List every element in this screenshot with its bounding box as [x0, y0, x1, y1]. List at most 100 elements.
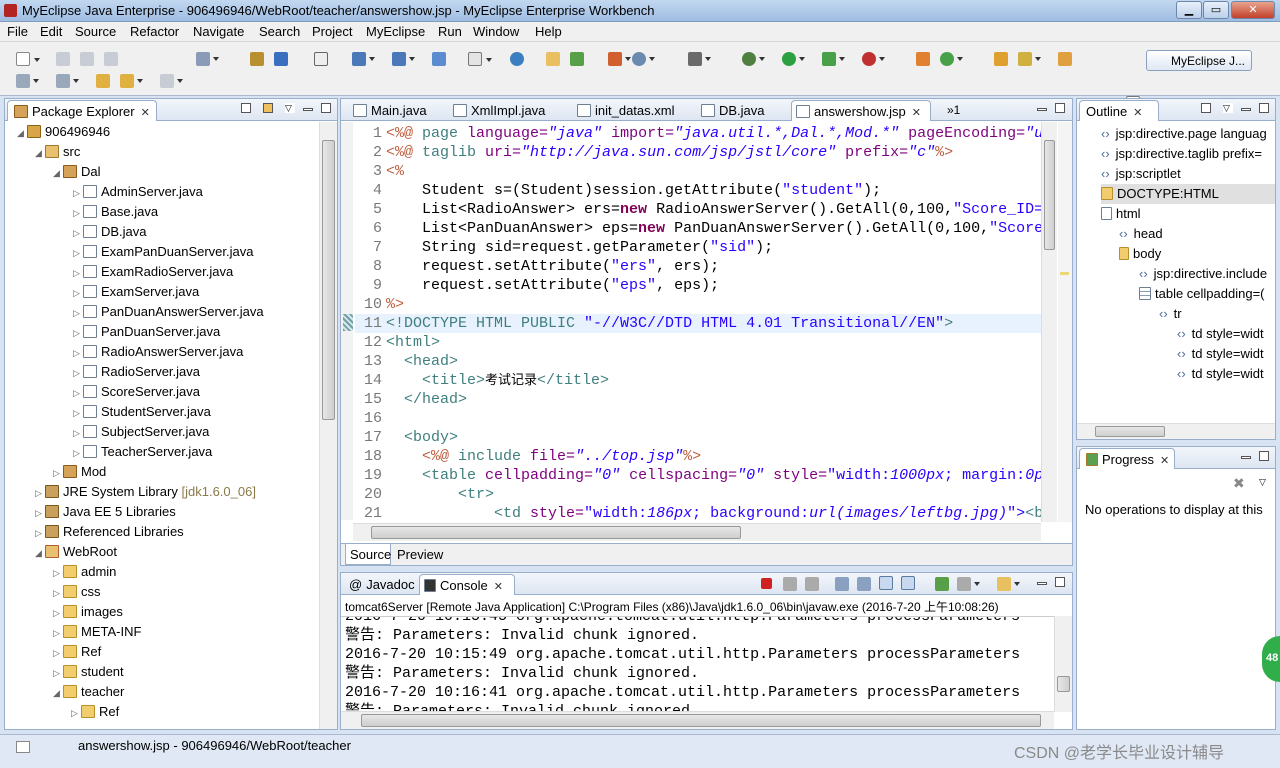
new-icon[interactable]	[16, 52, 40, 66]
scrollbar-thumb[interactable]	[361, 714, 1041, 727]
scroll-lock-icon[interactable]	[857, 577, 871, 591]
scrollbar-thumb[interactable]	[1095, 426, 1165, 437]
minimize-view-icon[interactable]	[303, 108, 313, 111]
clear-console-icon[interactable]	[835, 577, 849, 591]
debug-icon[interactable]	[742, 52, 765, 66]
menu-source[interactable]: Source	[75, 24, 116, 39]
minimize-view-icon[interactable]	[1037, 108, 1047, 111]
code-editor[interactable]: 1 <%@ page language="java" import="java.u…	[355, 122, 1041, 520]
gear-icon[interactable]	[916, 52, 930, 66]
save-icon[interactable]	[56, 52, 70, 66]
outline-item[interactable]: ‹› td style=widt	[1177, 344, 1264, 364]
open-console-icon[interactable]	[997, 577, 1020, 591]
tree-item-mod[interactable]: ▷ Mod	[53, 462, 106, 482]
refresh-icon[interactable]	[570, 52, 584, 66]
tree-item-java[interactable]: ▷ SubjectServer.java	[73, 422, 209, 442]
outline-item[interactable]: ‹› head	[1119, 224, 1163, 244]
scrollbar-thumb[interactable]	[371, 526, 741, 539]
menu-search[interactable]: Search	[259, 24, 300, 39]
outline-item[interactable]: html	[1101, 204, 1141, 224]
minimize-button[interactable]: ▁	[1176, 1, 1202, 19]
tree-item-teacher[interactable]: ◢ teacher	[53, 682, 124, 702]
coverage-icon[interactable]	[862, 52, 885, 66]
save-all-icon[interactable]	[80, 52, 94, 66]
server-icon[interactable]	[196, 52, 219, 66]
task-icon[interactable]	[608, 52, 631, 66]
tool-icon[interactable]	[1058, 52, 1072, 66]
show-stdout-icon[interactable]	[879, 576, 893, 590]
scrollbar-thumb[interactable]	[1057, 676, 1070, 692]
view-menu-icon[interactable]: ▽	[1259, 477, 1266, 488]
close-icon[interactable]: ✕	[912, 107, 921, 119]
forward-arrow-icon[interactable]	[160, 74, 183, 88]
scrollbar-thumb[interactable]	[1044, 140, 1055, 250]
pin-console-icon[interactable]	[935, 577, 949, 591]
maximize-view-icon[interactable]	[1259, 103, 1269, 113]
tree-item-folder[interactable]: ▷ css	[53, 582, 101, 602]
view-menu-icon[interactable]: ▽	[1223, 103, 1233, 113]
tree-item-src[interactable]: ◢ src	[35, 142, 80, 162]
outline-item[interactable]: ‹› td style=widt	[1177, 364, 1264, 384]
outline-horizontal-scrollbar[interactable]	[1077, 423, 1275, 439]
menu-help[interactable]: Help	[535, 24, 562, 39]
maximize-view-icon[interactable]	[1055, 577, 1065, 587]
perspective-switcher[interactable]: MyEclipse J...	[1146, 50, 1252, 71]
last-edit-icon[interactable]	[96, 74, 110, 88]
tab-outline[interactable]: Outline ✕	[1079, 100, 1159, 121]
pin-icon[interactable]	[1018, 52, 1041, 66]
open-file-icon[interactable]	[468, 52, 492, 66]
tree-item-java[interactable]: ▷ PanDuanServer.java	[73, 322, 220, 342]
menu-navigate[interactable]: Navigate	[193, 24, 244, 39]
open-folder-icon[interactable]	[546, 52, 560, 66]
browser-icon[interactable]	[314, 52, 328, 66]
editor-vertical-scrollbar[interactable]	[1041, 122, 1057, 522]
close-icon[interactable]: ✕	[1133, 107, 1142, 119]
console-horizontal-scrollbar[interactable]	[341, 711, 1054, 729]
tree-item-java[interactable]: ▷ PanDuanAnswerServer.java	[73, 302, 264, 322]
tree-item-java[interactable]: ▷ ExamServer.java	[73, 282, 199, 302]
remove-all-icon[interactable]: ✖	[1233, 475, 1245, 492]
show-stderr-icon[interactable]	[901, 576, 915, 590]
tree-item-java[interactable]: ▷ ScoreServer.java	[73, 382, 200, 402]
console-vertical-scrollbar[interactable]	[1054, 616, 1072, 712]
tree-item-java[interactable]: ▷ DB.java	[73, 222, 147, 242]
outline-item[interactable]: ‹› jsp:directive.page languag	[1101, 124, 1267, 144]
tree-item-java[interactable]: ▷ StudentServer.java	[73, 402, 211, 422]
tree-item-java[interactable]: ▷ ExamRadioServer.java	[73, 262, 233, 282]
console-output[interactable]: 2016-7-20 10:15:45 org.apache.tomcat.uti…	[341, 616, 1054, 712]
tab-main-java[interactable]: Main.java	[347, 100, 443, 121]
deploy-icon[interactable]	[250, 52, 264, 66]
outline-item[interactable]: ‹› jsp:directive.include	[1139, 264, 1267, 284]
view-menu-icon[interactable]: ▽	[285, 103, 295, 113]
tab-javadoc[interactable]: @ Javadoc	[345, 574, 417, 595]
globe-icon[interactable]	[510, 52, 524, 66]
collapse-all-icon[interactable]	[241, 103, 251, 113]
tree-item-folder[interactable]: ▷ images	[53, 602, 123, 622]
tab-answershow-jsp[interactable]: answershow.jsp ✕	[791, 100, 931, 121]
editor-horizontal-scrollbar[interactable]	[353, 523, 1041, 541]
close-button[interactable]: ✕	[1231, 1, 1275, 19]
terminate-icon[interactable]	[761, 578, 772, 589]
tree-item-java[interactable]: ▷ TeacherServer.java	[73, 442, 212, 462]
remove-launch-icon[interactable]	[783, 577, 797, 591]
tab-preview[interactable]: Preview	[393, 544, 445, 565]
annotation-icon[interactable]	[56, 74, 79, 88]
print-icon[interactable]	[104, 52, 118, 66]
close-icon[interactable]: ✕	[141, 107, 150, 119]
maximize-view-icon[interactable]	[1055, 103, 1065, 113]
camera-icon[interactable]	[688, 52, 711, 66]
tree-item-folder[interactable]: ▷ Ref	[53, 642, 101, 662]
outline-item-selected[interactable]: DOCTYPE:HTML	[1101, 184, 1275, 204]
back-arrow-icon[interactable]	[120, 74, 143, 88]
tree-item-java[interactable]: ▷ AdminServer.java	[73, 182, 203, 202]
tree-item-dal[interactable]: ◢ Dal	[53, 162, 101, 182]
open-type-icon[interactable]	[432, 52, 446, 66]
tab-db-java[interactable]: DB.java	[697, 100, 789, 121]
package-icon[interactable]	[274, 52, 288, 66]
outline-item[interactable]: ‹› td style=widt	[1177, 324, 1264, 344]
minimize-view-icon[interactable]	[1241, 108, 1251, 111]
outline-item[interactable]: ‹› jsp:directive.taglib prefix=	[1101, 144, 1262, 164]
tree-item-javaee-library[interactable]: ▷ Java EE 5 Libraries	[35, 502, 176, 522]
menu-window[interactable]: Window	[473, 24, 519, 39]
run-external-icon[interactable]	[822, 52, 845, 66]
